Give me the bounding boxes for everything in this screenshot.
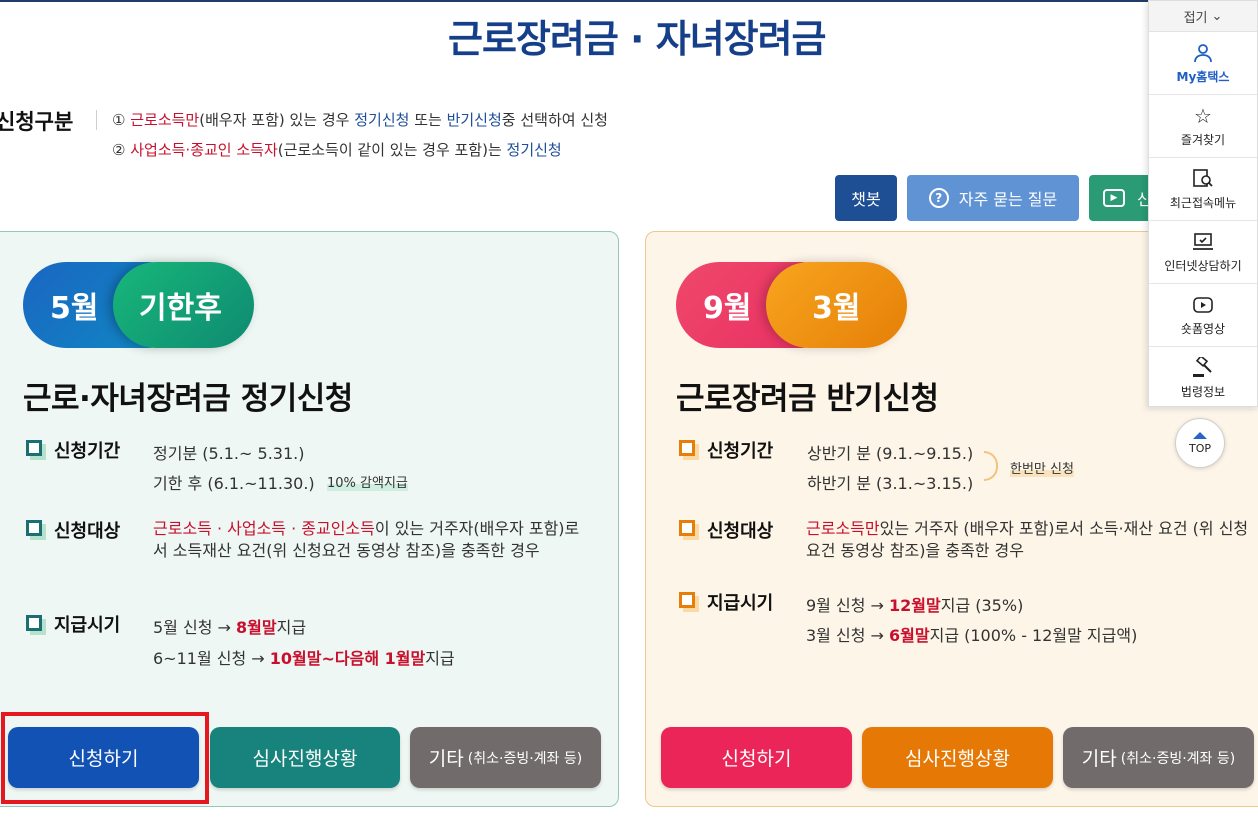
question-icon: ?: [928, 188, 949, 208]
bullet-square-icon: [679, 520, 695, 536]
quick-menu: 접기 ⌄ My홈택스 ☆ 즐겨찾기 최근접속메뉴 인터넷상담하기 숏폼영상 법령…: [1148, 0, 1258, 410]
recent-doc-icon: [1190, 168, 1216, 190]
arrow-up-icon: [1193, 431, 1207, 439]
bullet-square-icon: [679, 592, 695, 608]
pill-label-may: 5월: [50, 291, 99, 326]
period-note: 10% 감액지급: [327, 472, 408, 491]
page-title: 근로장려금 · 자녀장려금: [448, 17, 826, 61]
bullet-square-icon: [26, 520, 42, 536]
half-year-heading: 근로장려금 반기신청: [676, 381, 939, 417]
period-after: 기한 후 (6.1.~11.30.): [153, 474, 315, 493]
target-label: 신청대상: [707, 521, 774, 542]
payment-label: 지급시기: [707, 593, 774, 614]
half-year-apply-button[interactable]: 신청하기: [661, 727, 852, 788]
category-separator: [96, 110, 97, 130]
payment-line-1: 5월 신청 → 8월말지급: [153, 618, 307, 637]
period-regular: 정기분 (5.1.~ 5.31.): [153, 444, 305, 463]
payment-line-2: 3월 신청 → 6월말지급 (100% - 12월말 지급액): [806, 626, 1138, 645]
star-icon: ☆: [1194, 103, 1212, 128]
quick-item-my-hometax[interactable]: My홈택스: [1149, 32, 1257, 95]
quick-item-favorites[interactable]: ☆ 즐겨찾기: [1149, 95, 1257, 158]
play-icon: [1190, 294, 1216, 316]
category-label: 신청구분: [0, 110, 74, 134]
period-note: 한번만 신청: [1010, 458, 1074, 477]
scroll-top-button[interactable]: TOP: [1175, 418, 1225, 468]
quick-item-shortform-video[interactable]: 숏폼영상: [1149, 284, 1257, 347]
regular-status-button[interactable]: 심사진행상황: [210, 727, 400, 788]
category-line-2: ② 사업소득·종교인 소득자(근로소득이 같이 있는 경우 포함)는 정기신청: [112, 141, 562, 159]
period-label: 신청기간: [707, 441, 774, 462]
bullet-square-icon: [26, 440, 42, 456]
period-label: 신청기간: [54, 441, 121, 462]
pill-label-september: 9월: [703, 291, 752, 326]
payment-line-1: 9월 신청 → 12월말지급 (35%): [806, 596, 1024, 615]
monitor-check-icon: [1190, 231, 1216, 253]
period-first-half: 상반기 분 (9.1.~9.15.): [807, 444, 974, 463]
quick-item-online-consult[interactable]: 인터넷상담하기: [1149, 221, 1257, 284]
bullet-square-icon: [679, 440, 695, 456]
regular-etc-button[interactable]: 기타 (취소·증빙·계좌 등): [410, 727, 601, 788]
period-second-half: 하반기 분 (3.1.~3.15.): [807, 474, 974, 493]
category-line-1: ① 근로소득만(배우자 포함) 있는 경우 정기신청 또는 반기신청중 선택하여…: [112, 111, 608, 129]
regular-heading: 근로·자녀장려금 정기신청: [23, 381, 353, 417]
highlight-box: [1, 712, 209, 804]
half-year-status-button[interactable]: 심사진행상황: [862, 727, 1053, 788]
play-icon: ▶: [1103, 189, 1125, 207]
chatbot-button[interactable]: 챗봇: [835, 175, 897, 221]
pill-label-march: 3월: [812, 291, 861, 326]
payment-label: 지급시기: [54, 615, 121, 636]
payment-line-2: 6~11월 신청 → 10월말~다음해 1월말지급: [153, 649, 455, 668]
pill-label-after: 기한후: [139, 291, 222, 326]
bullet-square-icon: [26, 615, 42, 631]
target-text: 근로소득 · 사업소득 · 종교인소득이 있는 거주자(배우자 포함)로서 소득…: [153, 519, 580, 560]
chevron-down-icon: ⌄: [1211, 8, 1223, 24]
quick-item-law-info[interactable]: 법령정보: [1149, 347, 1257, 410]
gavel-icon: [1190, 356, 1216, 379]
half-year-etc-button[interactable]: 기타 (취소·증빙·계좌 등): [1063, 727, 1254, 788]
fold-button[interactable]: 접기 ⌄: [1149, 1, 1257, 32]
top-divider: [0, 0, 1150, 2]
faq-button[interactable]: ? 자주 묻는 질문: [907, 175, 1079, 221]
target-text: 근로소득만있는 거주자 (배우자 포함)로서 소득·재산 요건 (위 신청요건 …: [806, 519, 1249, 560]
user-icon: [1190, 42, 1216, 64]
target-label: 신청대상: [54, 521, 121, 542]
quick-item-recent-menu[interactable]: 최근접속메뉴: [1149, 158, 1257, 221]
